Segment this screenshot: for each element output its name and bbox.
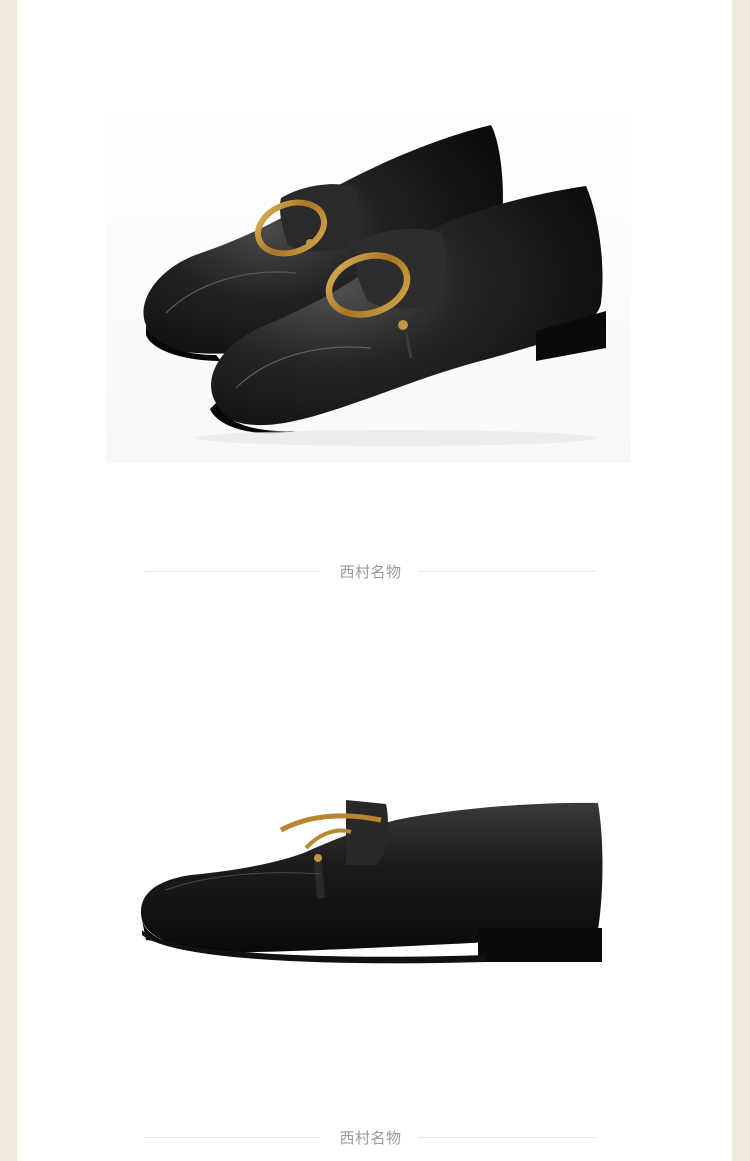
product-photo-side xyxy=(106,770,631,980)
section-divider: 西村名物 xyxy=(145,560,596,584)
loafer-side-illustration xyxy=(140,800,603,964)
product-photo-pair xyxy=(106,103,631,463)
product-detail-page: 西村名物 西村名物 xyxy=(0,0,750,1161)
loafer-pair-illustration xyxy=(143,125,606,446)
divider-line-right xyxy=(418,571,596,572)
section-divider: 西村名物 xyxy=(145,1126,596,1150)
divider-line-right xyxy=(418,1137,596,1138)
